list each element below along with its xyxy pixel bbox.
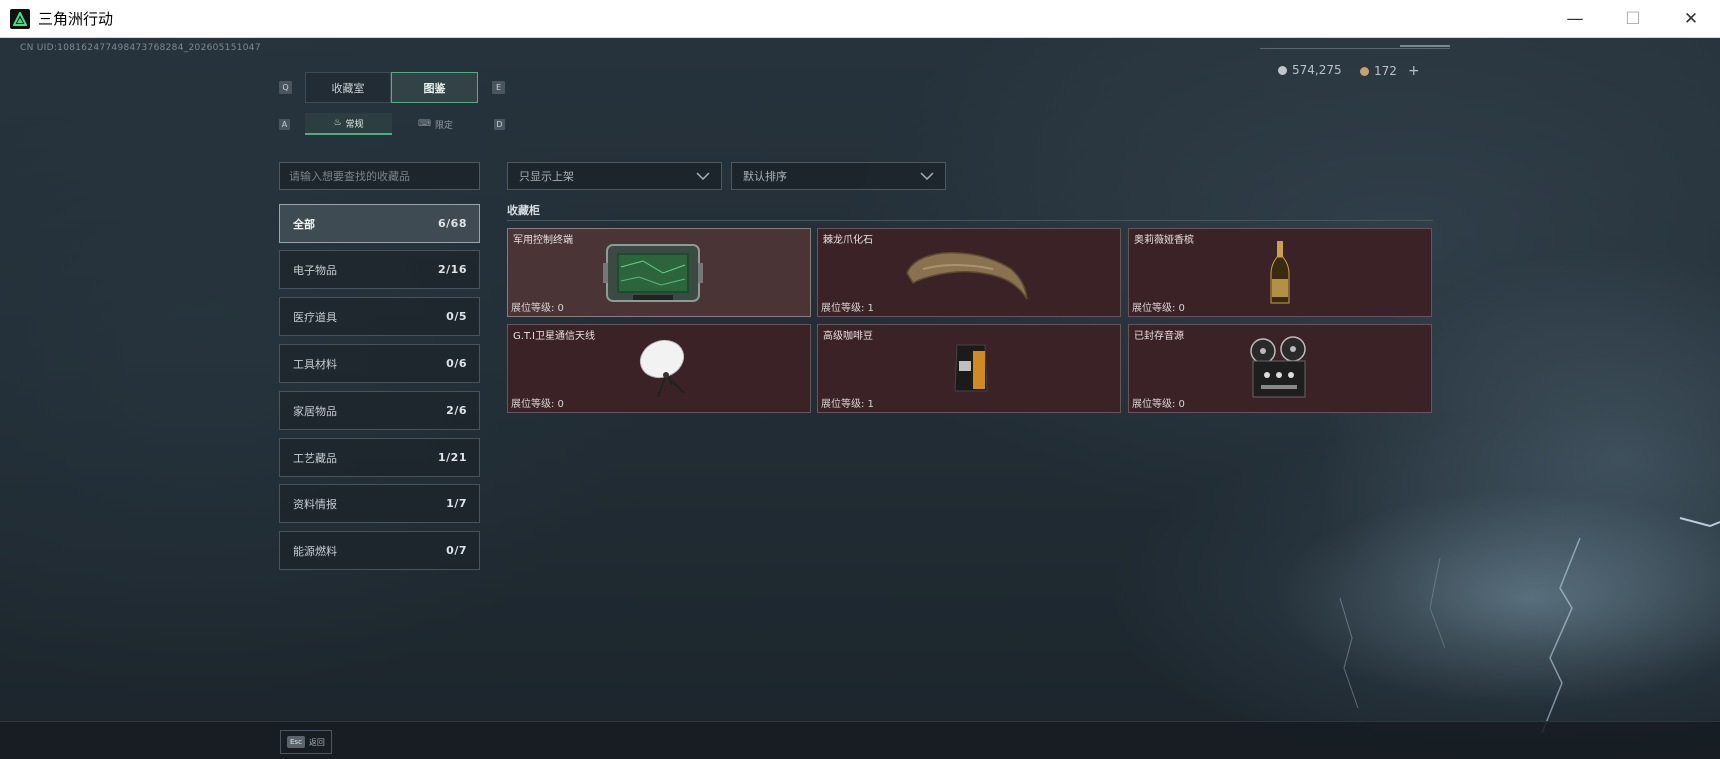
currency-silver: 574,275 [1278,63,1342,77]
currency-gold: 172 + [1360,63,1420,79]
shelf-divider [507,220,1433,221]
category-count: 0/6 [446,357,467,370]
collectible-card[interactable]: G.T.I卫星通信天线 展位等级: 0 [507,324,811,413]
lightning-decoration [1339,517,1720,734]
subtab-prev-key: A [279,119,290,130]
category-electronics[interactable]: 电子物品 2/16 [279,250,480,289]
category-all[interactable]: 全部 6/68 [279,204,480,243]
category-fuel[interactable]: 能源燃料 0/7 [279,531,480,570]
footer-bar: Esc 返回 [0,721,1720,759]
satellite-dish-icon [639,339,685,398]
tab-next-key: E [492,81,505,94]
gold-coin-icon [1360,66,1369,76]
back-label: 返回 [308,737,325,747]
chevron-down-icon [920,172,934,181]
collectible-card[interactable]: 军用控制终端 展位等级: 0 [507,228,811,317]
category-count: 2/16 [438,263,467,276]
hud-divider [1260,48,1450,49]
category-count: 0/7 [446,544,467,557]
category-count: 0/5 [446,310,467,323]
subtab-regular-label: 常规 [345,119,364,130]
back-button[interactable]: Esc 返回 [280,730,332,754]
collectible-card[interactable]: 奥莉薇娅香槟 展位等级: 0 [1128,228,1432,317]
tab-prev-key: Q [279,81,292,94]
close-button[interactable]: ✕ [1662,0,1720,38]
category-tools[interactable]: 工具材料 0/6 [279,344,480,383]
maximize-button[interactable]: ☐ [1604,0,1662,38]
subtab-limited-label: 限定 [434,120,453,131]
collectible-level: 展位等级: 0 [511,303,564,314]
claw-fossil-icon [906,252,1028,300]
category-label: 工艺藏品 [293,451,337,465]
collectible-level: 展位等级: 1 [821,303,874,314]
window-titlebar: 三角洲行动 — ☐ ✕ [0,0,1720,38]
sort-value: 默认排序 [743,170,787,183]
category-household[interactable]: 家居物品 2/6 [279,391,480,430]
category-count: 2/6 [446,404,467,417]
category-label: 能源燃料 [293,544,337,558]
sort-dropdown[interactable]: 默认排序 [731,162,946,190]
reel-recorder-icon [1250,336,1306,398]
subtab-limited[interactable]: ⌨ 限定 [392,113,479,135]
category-label: 资料情报 [293,497,337,511]
champagne-bottle-icon [1270,241,1290,304]
gamepad-icon: ⌨ [417,119,431,129]
silver-amount: 574,275 [1292,63,1342,77]
coffee-bag-icon [954,344,988,392]
collectible-card[interactable]: 已封存音源 展位等级: 0 [1128,324,1432,413]
collectible-name: 已封存音源 [1134,331,1184,342]
player-uid: CN UID:10816247749847376828­4_2026051510… [20,43,261,53]
silver-coin-icon [1278,65,1287,75]
gold-amount: 172 [1374,64,1397,78]
category-label: 工具材料 [293,357,337,371]
collectible-card[interactable]: 棘龙爪化石 展位等级: 1 [817,228,1121,317]
app-logo-icon [10,8,30,29]
hud-divider-accent [1400,45,1450,47]
collectible-card[interactable]: 高级咖啡豆 展位等级: 1 [817,324,1121,413]
tab-catalog[interactable]: 图鉴 [391,72,478,103]
subtab-next-key: D [494,119,505,130]
category-label: 医疗道具 [293,310,337,324]
subtab-regular[interactable]: ♨ 常规 [305,113,392,135]
window-title: 三角洲行动 [38,10,114,28]
category-label: 全部 [293,217,315,231]
category-label: 电子物品 [293,263,337,277]
category-intel[interactable]: 资料情报 1/7 [279,484,480,523]
collectible-level: 展位等级: 1 [821,399,874,410]
category-crafts[interactable]: 工艺藏品 1/21 [279,438,480,477]
minimize-button[interactable]: — [1546,0,1604,38]
category-count: 6/68 [438,217,467,230]
collectible-level: 展位等级: 0 [1132,399,1185,410]
collectible-name: 棘龙爪化石 [823,235,873,246]
collectible-level: 展位等级: 0 [1132,303,1185,314]
collectible-name: 奥莉薇娅香槟 [1134,235,1194,246]
collectible-name: 军用控制终端 [513,235,573,246]
shelf-title: 收藏柜 [507,204,540,217]
display-filter-value: 只显示上架 [519,170,574,183]
collectible-search-input[interactable] [279,162,480,190]
category-count: 1/7 [446,497,467,510]
category-medical[interactable]: 医疗道具 0/5 [279,297,480,336]
category-label: 家居物品 [293,404,337,418]
tablet-icon [603,244,703,302]
esc-key-hint: Esc [287,736,305,748]
add-currency-button[interactable]: + [1408,63,1420,79]
chevron-down-icon [696,172,710,181]
display-filter-dropdown[interactable]: 只显示上架 [507,162,722,190]
category-count: 1/21 [438,451,467,464]
collectible-name: 高级咖啡豆 [823,331,873,342]
flame-icon: ♨ [333,118,342,128]
game-view: CN UID:10816247749847376828­4_2026051510… [0,38,1720,759]
collectible-name: G.T.I卫星通信天线 [513,331,595,342]
tab-collection-room[interactable]: 收藏室 [305,72,391,103]
collectible-level: 展位等级: 0 [511,399,564,410]
